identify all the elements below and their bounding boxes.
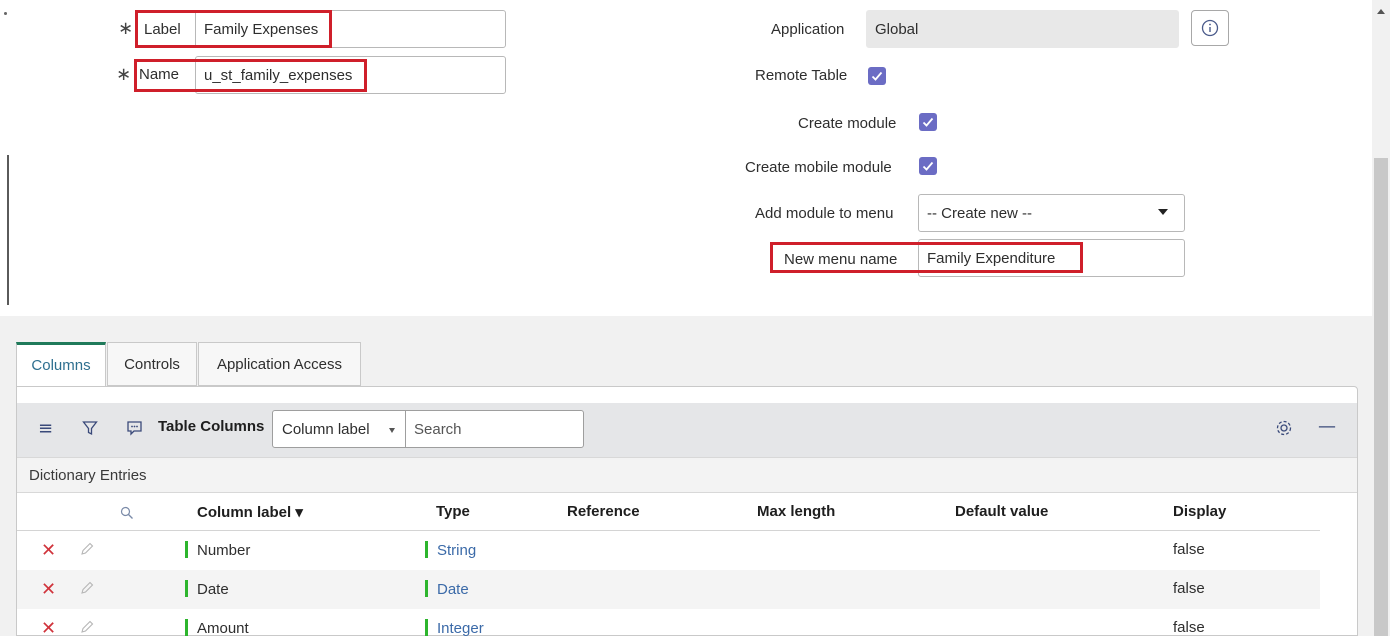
create-mobile-module-checkbox[interactable] — [919, 157, 937, 175]
name-field-label: Name — [139, 66, 180, 83]
label-input[interactable]: Family Expenses — [195, 10, 506, 48]
create-module-label: Create module — [798, 115, 897, 132]
tab-controls[interactable]: Controls — [107, 342, 197, 386]
row-type[interactable]: String — [425, 541, 476, 559]
row-display: false — [1173, 619, 1205, 636]
search-input[interactable]: Search — [405, 410, 584, 448]
field-indicator — [185, 580, 188, 597]
check-icon — [922, 161, 934, 171]
name-input-value: u_st_family_expenses — [204, 66, 353, 84]
edge-dot — [4, 12, 7, 15]
funnel-filter-icon[interactable] — [82, 420, 98, 436]
label-input-value: Family Expenses — [204, 20, 319, 38]
column-header-label[interactable]: Column label ▾ — [197, 503, 303, 521]
search-field-select[interactable]: Column label — [272, 410, 406, 448]
list-title: Table Columns — [158, 418, 265, 435]
new-menu-name-input[interactable]: Family Expenditure — [918, 239, 1185, 277]
dictionary-entries-text: Dictionary Entries — [29, 466, 147, 484]
field-indicator — [425, 580, 428, 597]
menu-select-value: -- Create new -- — [927, 204, 1033, 222]
search-field-value: Column label — [282, 420, 370, 438]
row-label-text: Date — [197, 581, 229, 598]
scroll-up-arrow-icon[interactable] — [1377, 9, 1385, 14]
application-input: Global — [866, 10, 1179, 48]
table-form: ∗ Label Family Expenses ∗ Name u_st_fami… — [0, 0, 1372, 316]
tab-application-access[interactable]: Application Access — [198, 342, 361, 386]
required-marker: ∗ — [116, 64, 132, 85]
row-type-text: Date — [437, 581, 469, 598]
row-label[interactable]: Amount — [185, 619, 249, 636]
remote-table-label: Remote Table — [755, 67, 848, 84]
info-circle-icon — [1201, 19, 1219, 37]
left-edge-line — [7, 155, 9, 305]
menu-select[interactable]: -- Create new -- — [918, 194, 1185, 232]
magnifier-icon[interactable] — [120, 506, 134, 520]
vertical-scrollbar[interactable] — [1372, 0, 1390, 636]
row-label[interactable]: Date — [185, 580, 229, 598]
tab-application-access-label: Application Access — [216, 355, 343, 373]
minus-icon[interactable]: — — [1318, 416, 1336, 437]
row-type-text: Integer — [437, 620, 484, 636]
field-indicator — [425, 541, 428, 558]
tab-controls-label: Controls — [124, 355, 180, 373]
row-display: false — [1173, 580, 1205, 597]
new-menu-name-value: Family Expenditure — [927, 249, 1056, 267]
tab-columns[interactable]: Columns — [16, 342, 106, 387]
column-header-max-length[interactable]: Max length — [757, 503, 835, 520]
tab-columns-label: Columns — [31, 357, 91, 374]
row-type[interactable]: Date — [425, 580, 469, 598]
scrollbar-thumb[interactable] — [1374, 158, 1388, 636]
required-marker: ∗ — [118, 18, 134, 39]
row-display: false — [1173, 541, 1205, 558]
x-icon[interactable]: ✕ — [41, 579, 56, 600]
name-input[interactable]: u_st_family_expenses — [195, 56, 506, 94]
info-button[interactable] — [1191, 10, 1229, 46]
pencil-icon[interactable] — [79, 580, 95, 596]
field-indicator — [425, 619, 428, 636]
row-label-text: Number — [197, 542, 251, 559]
pencil-icon[interactable] — [79, 541, 95, 557]
caret-down-icon — [1158, 209, 1168, 215]
search-placeholder: Search — [414, 420, 462, 438]
check-icon — [871, 71, 883, 81]
table-row: ✕ Number String false — [17, 531, 1320, 570]
create-module-checkbox[interactable] — [919, 113, 937, 131]
x-icon[interactable]: ✕ — [41, 618, 56, 636]
row-type-text: String — [437, 542, 477, 559]
dictionary-entries-label: Dictionary Entries — [17, 457, 1357, 493]
hamburger-menu-icon[interactable]: ≡ — [38, 418, 53, 439]
row-label-text: Amount — [197, 620, 249, 636]
column-header-type[interactable]: Type — [436, 503, 470, 520]
field-indicator — [185, 619, 188, 636]
row-label[interactable]: Number — [185, 541, 250, 559]
column-header-display[interactable]: Display — [1173, 503, 1226, 520]
create-mobile-module-label: Create mobile module — [745, 159, 892, 176]
column-header-reference[interactable]: Reference — [567, 503, 640, 520]
field-indicator — [185, 541, 188, 558]
add-module-to-menu-label: Add module to menu — [755, 205, 894, 222]
application-value: Global — [875, 20, 919, 38]
application-field-label: Application — [771, 21, 845, 38]
row-type[interactable]: Integer — [425, 619, 484, 636]
caret-down-icon — [389, 428, 395, 433]
check-icon — [922, 117, 934, 127]
remote-table-checkbox[interactable] — [868, 67, 886, 85]
pencil-icon[interactable] — [79, 619, 95, 635]
gear-icon[interactable] — [1275, 419, 1293, 437]
table-row: ✕ Date Date false — [17, 570, 1320, 609]
chat-bubble-icon[interactable] — [126, 420, 143, 436]
label-field-label: Label — [144, 21, 181, 38]
table-row: ✕ Amount Integer false — [17, 609, 1320, 636]
x-icon[interactable]: ✕ — [41, 540, 56, 561]
column-header-default-value[interactable]: Default value — [955, 503, 1048, 520]
new-menu-name-label: New menu name — [784, 251, 898, 268]
